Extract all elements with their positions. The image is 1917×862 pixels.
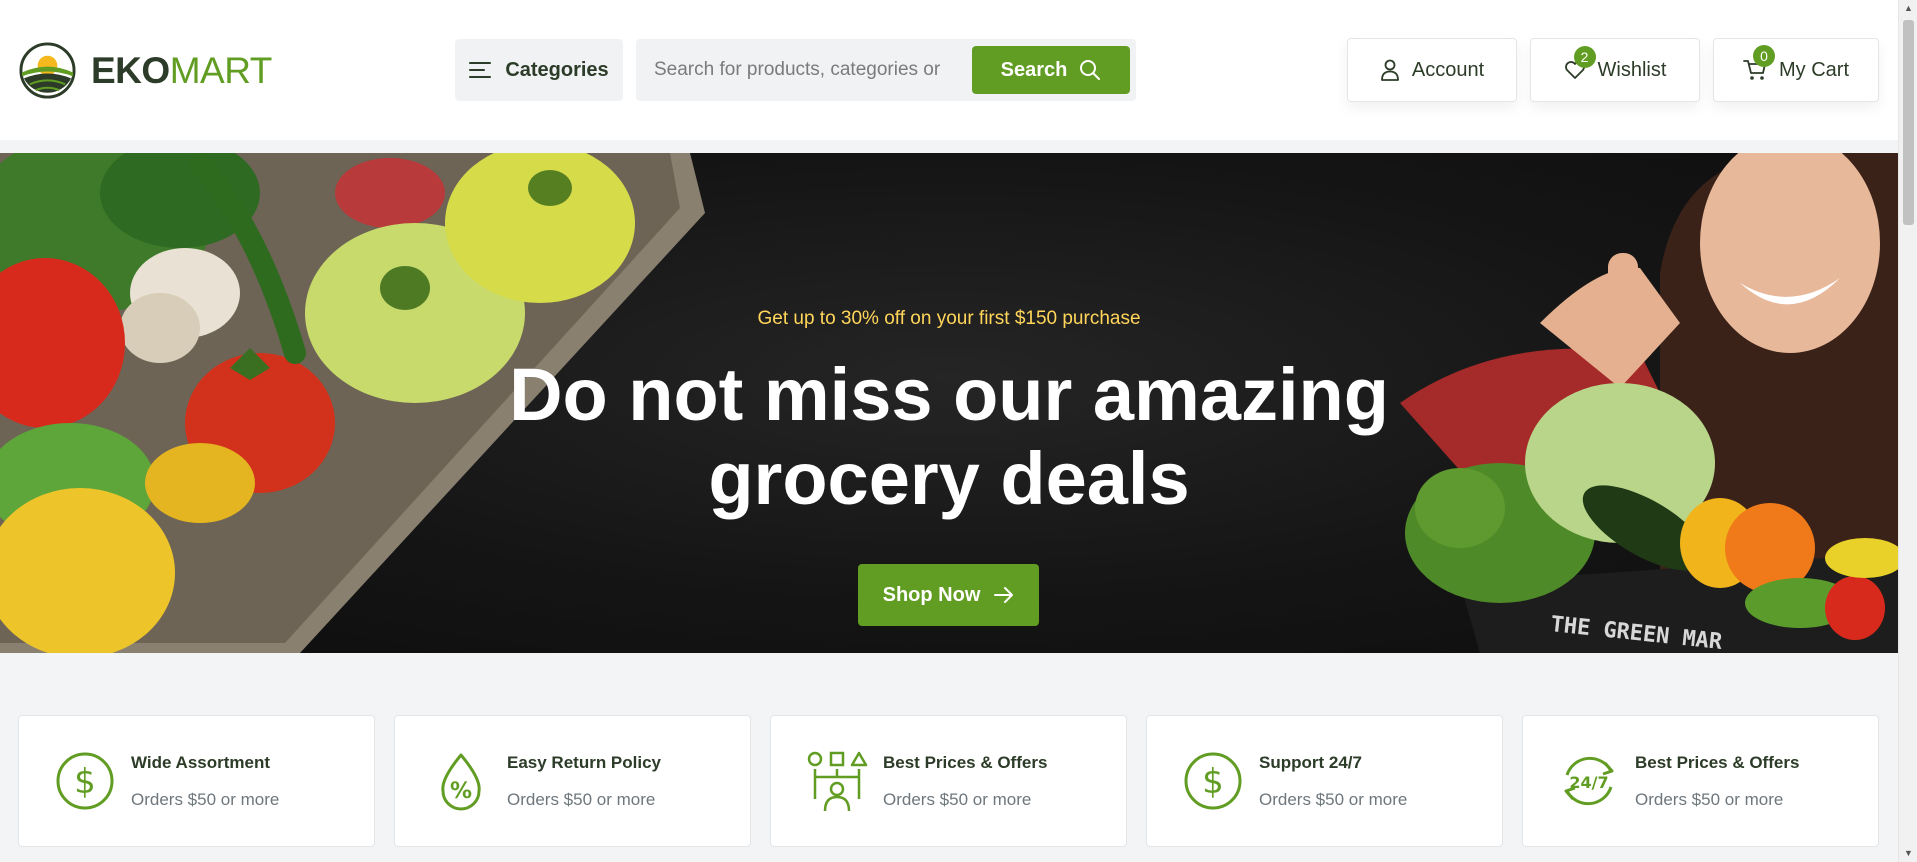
scroll-down-arrow-icon[interactable]: ▼ — [1904, 848, 1913, 858]
feature-card: % Easy Return Policy Orders $50 or more — [394, 715, 751, 847]
logo-mark-icon — [19, 42, 76, 99]
feature-subtitle: Orders $50 or more — [1635, 789, 1784, 809]
categories-button[interactable]: Categories — [455, 39, 623, 101]
brand-name-bold: EKO — [91, 50, 170, 91]
feature-subtitle: Orders $50 or more — [507, 789, 656, 809]
feature-subtitle: Orders $50 or more — [1259, 789, 1408, 809]
support-24-7-icon: 24/7 — [1564, 756, 1614, 806]
search-input[interactable] — [654, 39, 974, 101]
options-person-icon — [807, 751, 868, 812]
scroll-up-arrow-icon[interactable]: ▲ — [1904, 3, 1913, 13]
cart-button[interactable]: 0 My Cart — [1713, 38, 1879, 102]
site-header: EKOMART Categories Search Account — [0, 0, 1898, 140]
search-button-label: Search — [1000, 58, 1068, 81]
search-icon — [1080, 60, 1101, 80]
scrollbar-thumb[interactable] — [1903, 20, 1914, 225]
feature-card: $ Wide Assortment Orders $50 or more — [18, 715, 375, 847]
svg-text:$: $ — [74, 762, 96, 802]
search-bar: Search — [636, 39, 1136, 101]
feature-card: 24/7 Best Prices & Offers Orders $50 or … — [1522, 715, 1879, 847]
svg-text:$: $ — [1202, 762, 1224, 802]
arrow-right-icon — [994, 587, 1014, 603]
search-button[interactable]: Search — [972, 46, 1130, 94]
page-scrollbar[interactable]: ▲ ▼ — [1898, 0, 1917, 862]
features-row: $ Wide Assortment Orders $50 or more % E… — [18, 715, 1879, 847]
brand-logo[interactable]: EKOMART — [18, 41, 272, 100]
user-icon — [1380, 59, 1399, 81]
feature-subtitle: Orders $50 or more — [131, 789, 280, 809]
wishlist-button[interactable]: 2 Wishlist — [1530, 38, 1700, 102]
dollar-circle-icon: $ — [1184, 752, 1242, 810]
feature-subtitle: Orders $50 or more — [883, 789, 1032, 809]
feature-title: Best Prices & Offers — [883, 752, 1048, 772]
brand-name-light: MART — [169, 50, 273, 91]
cart-count-badge: 0 — [1753, 45, 1775, 67]
feature-title: Support 24/7 — [1259, 752, 1362, 772]
brand-name: EKOMART — [91, 52, 272, 89]
account-button[interactable]: Account — [1347, 38, 1517, 102]
categories-label: Categories — [505, 58, 609, 81]
feature-title: Best Prices & Offers — [1635, 752, 1800, 772]
wishlist-label: Wishlist — [1597, 58, 1667, 81]
hero-banner: THE GREEN MAR Get up to 30% off on your … — [0, 153, 1898, 653]
feature-card: $ Support 24/7 Orders $50 or more — [1146, 715, 1503, 847]
menu-icon — [469, 62, 492, 78]
svg-text:%: % — [450, 779, 472, 804]
feature-title: Wide Assortment — [131, 752, 271, 772]
hero-title: Do not miss our amazing grocery deals — [509, 353, 1389, 520]
cart-label: My Cart — [1779, 58, 1849, 81]
shop-now-label: Shop Now — [882, 583, 981, 606]
shop-now-button[interactable]: Shop Now — [858, 564, 1039, 626]
feature-title: Easy Return Policy — [507, 752, 662, 772]
hero-subtitle: Get up to 30% off on your first $150 pur… — [757, 308, 1141, 329]
wishlist-count-badge: 2 — [1573, 46, 1596, 68]
percent-drop-icon: % — [441, 753, 481, 811]
dollar-circle-icon: $ — [56, 752, 114, 810]
account-label: Account — [1411, 58, 1485, 81]
feature-card: Best Prices & Offers Orders $50 or more — [770, 715, 1127, 847]
svg-text:24/7: 24/7 — [1569, 773, 1608, 792]
